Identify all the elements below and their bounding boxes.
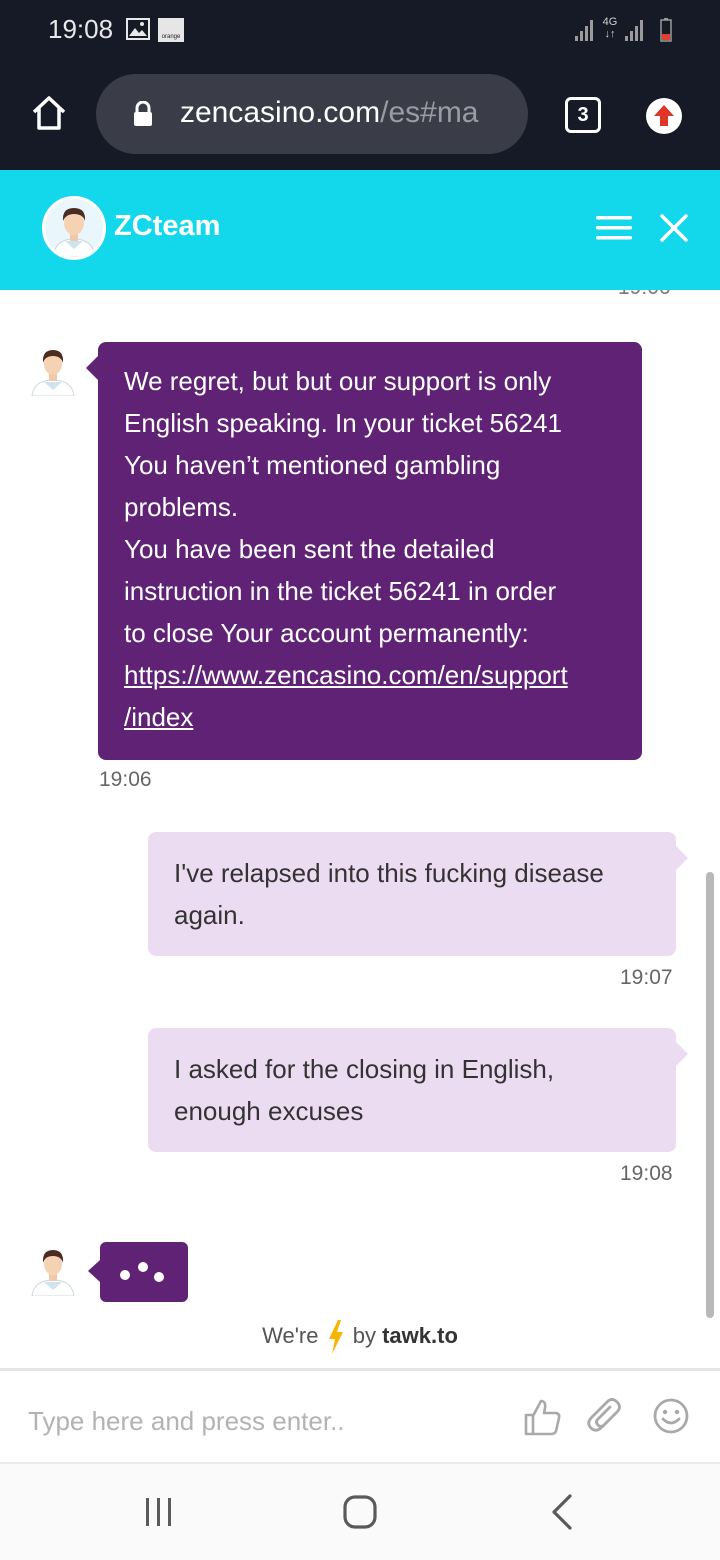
branding-middle: by [352,1322,376,1348]
attach-icon[interactable] [586,1397,626,1437]
bubble-tail [676,1042,688,1066]
chat-transcript[interactable]: 19:06 We regret, but but our support is … [0,290,720,1368]
home-button-icon[interactable] [340,1492,380,1532]
tawk-branding[interactable]: We're by tawk.to [0,1320,720,1354]
agent-message-line: You haven’t mentioned gambling [124,450,501,480]
browser-toolbar: zencasino.com/es#ma 3 [0,60,720,170]
back-icon[interactable] [548,1492,576,1532]
message-timestamp: 19:06 [99,768,152,791]
message-timestamp: 19:07 [620,966,673,989]
signal-icon [575,20,593,41]
status-time: 19:08 [48,14,114,44]
user-message-bubble: I asked for the closing in English, enou… [148,1028,688,1152]
chat-title: ZCteam [114,210,221,242]
gallery-icon [126,18,150,40]
menu-icon[interactable] [596,214,632,242]
bubble-tail [676,846,688,870]
url-host: zencasino.com [180,96,381,129]
url-text: zencasino.com/es#ma [180,96,479,130]
agent-avatar-icon [31,350,75,396]
user-message-line: I asked for the closing in English, [174,1054,555,1084]
update-icon[interactable] [645,97,683,135]
tabs-button[interactable]: 3 [565,97,601,133]
bubble-tail [86,356,98,380]
lightning-icon [328,1320,343,1354]
agent-message-line: instruction in the ticket 56241 in order [124,576,557,606]
recent-apps-icon[interactable] [142,1494,176,1530]
home-icon[interactable] [30,94,68,132]
message-composer [0,1368,720,1464]
agent-avatar-icon [31,1250,75,1296]
support-link-line: /index [124,702,194,732]
support-link[interactable]: https://www.zencasino.com/en/support/ind… [124,660,568,732]
bubble-tail [88,1260,100,1282]
typing-dot [138,1262,148,1272]
branding-prefix: We're [262,1322,319,1348]
emoji-icon[interactable] [652,1397,690,1435]
like-icon[interactable] [522,1397,562,1437]
user-message-line: enough excuses [174,1096,364,1126]
carrier-badge: orange [158,18,184,42]
battery-icon [660,18,672,42]
system-navigation-bar [0,1464,720,1560]
chat-header: ZCteam [0,170,720,290]
close-icon[interactable] [660,214,688,242]
agent-message-line: English speaking. In your ticket 56241 [124,408,562,438]
agent-message-line: problems. [124,492,239,522]
scrollbar-thumb[interactable] [706,872,714,1318]
user-message-line: again. [174,900,245,930]
typing-indicator [88,1242,188,1302]
typing-dot [120,1270,130,1280]
agent-avatar [42,196,106,260]
user-message-bubble: I've relapsed into this fucking disease … [148,832,688,956]
status-bar: 19:08 orange 4G ↓↑ [0,0,720,60]
signal-icon [625,20,643,41]
network-type: 4G ↓↑ [602,16,618,40]
url-path: /es#ma [380,96,479,129]
agent-message-line: to close Your account permanently: [124,618,529,648]
lock-icon [134,101,152,126]
support-link-line: https://www.zencasino.com/en/support [124,660,568,690]
typing-dot [154,1272,164,1282]
branding-brand: tawk.to [382,1322,458,1348]
address-bar[interactable]: zencasino.com/es#ma [96,74,528,154]
person-icon [52,208,96,257]
message-timestamp: 19:06 [618,290,671,300]
user-message-line: I've relapsed into this fucking disease [174,858,604,888]
message-input[interactable] [28,1401,508,1441]
message-timestamp: 19:08 [620,1162,673,1185]
agent-message-bubble: We regret, but but our support is only E… [86,342,642,760]
agent-message-line: We regret, but but our support is only [124,366,552,396]
agent-message-line: You have been sent the detailed [124,534,495,564]
